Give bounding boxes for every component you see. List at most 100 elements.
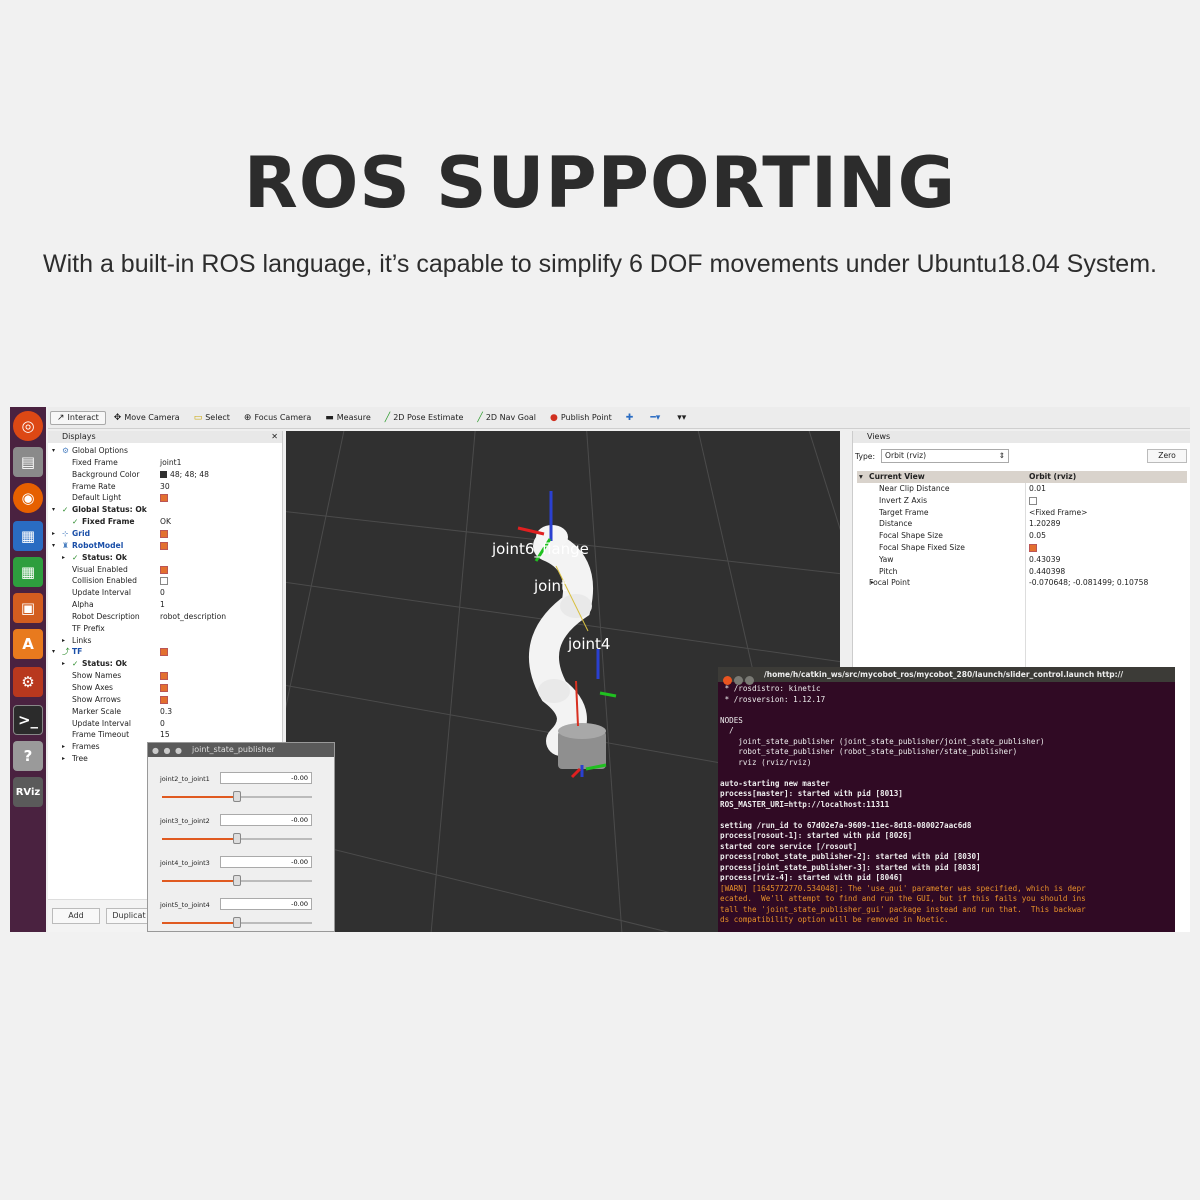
checkbox-checked[interactable]	[160, 565, 168, 574]
checkbox-checked[interactable]	[160, 684, 168, 692]
expand-icon[interactable]: ▾	[52, 445, 55, 457]
tool-menu-button[interactable]: ▾▾	[671, 412, 695, 424]
display-row[interactable]: Collision Enabled	[48, 575, 283, 587]
writer-icon[interactable]: ▦	[13, 521, 43, 551]
collapse-icon[interactable]: ▸	[62, 552, 65, 564]
display-row[interactable]: ▾ ⤴ TF	[48, 646, 283, 658]
firefox-icon[interactable]: ◉	[13, 483, 43, 513]
slider-handle[interactable]	[233, 833, 241, 844]
collapse-icon[interactable]: ▸	[62, 753, 65, 765]
close-icon[interactable]	[723, 676, 732, 685]
rviz-icon[interactable]: RViz	[13, 777, 43, 807]
checkbox-checked[interactable]	[160, 529, 168, 538]
software-center-icon[interactable]: A	[13, 629, 43, 659]
select-tool[interactable]: ▭ Select	[188, 412, 236, 424]
display-row[interactable]: Show Names	[48, 670, 283, 682]
expand-icon[interactable]: ▾	[52, 540, 55, 552]
checkbox-checked[interactable]	[160, 541, 168, 550]
interact-tool[interactable]: ↗ Interact	[50, 410, 106, 425]
view-property-row[interactable]: Invert Z Axis	[853, 495, 1189, 507]
window-controls-icon[interactable]: ● ● ●	[152, 746, 183, 755]
expand-icon[interactable]: ▾	[52, 646, 55, 658]
display-row-value[interactable]	[160, 682, 168, 694]
zero-button[interactable]: Zero	[1147, 449, 1187, 463]
view-property-row[interactable]: Pitch 0.440398	[853, 566, 1189, 578]
view-type-select[interactable]: Orbit (rviz) ⇕	[881, 449, 1009, 463]
display-row[interactable]: Show Axes	[48, 682, 283, 694]
view-property-value[interactable]	[1029, 495, 1037, 507]
view-property-row[interactable]: Focal Shape Fixed Size	[853, 542, 1189, 554]
display-row[interactable]: ▾ ♜ RobotModel	[48, 540, 283, 552]
display-row[interactable]: ✓ Fixed Frame OK	[48, 516, 283, 528]
calc-icon[interactable]: ▦	[13, 557, 43, 587]
color-swatch[interactable]	[160, 471, 167, 479]
joint-value-field[interactable]: -0.00	[220, 856, 312, 868]
add-tool-button[interactable]: ✚	[620, 412, 643, 424]
files-icon[interactable]: ▤	[13, 447, 43, 477]
display-row-value[interactable]	[160, 575, 168, 587]
add-button[interactable]: Add	[52, 908, 100, 924]
display-row[interactable]: ▸ Links	[48, 635, 283, 647]
current-view-row[interactable]: ▾ Current View Orbit (rviz)	[857, 471, 1187, 483]
impress-icon[interactable]: ▣	[13, 593, 43, 623]
view-property-row[interactable]: Distance 1.20289	[853, 518, 1189, 530]
display-row[interactable]: ▸ ⊹ Grid	[48, 528, 283, 540]
display-row[interactable]: ▸ ✓ Status: Ok	[48, 552, 283, 564]
settings-icon[interactable]: ⚙	[13, 667, 43, 697]
remove-tool-button[interactable]: ━▾	[644, 412, 669, 424]
move-camera-tool[interactable]: ✥ Move Camera	[108, 412, 186, 424]
display-row-value[interactable]	[160, 528, 168, 540]
nav-goal-tool[interactable]: ╱ 2D Nav Goal	[471, 412, 542, 424]
slider-handle[interactable]	[233, 917, 241, 928]
terminal-icon[interactable]: >_	[13, 705, 43, 735]
display-row[interactable]: Frame Timeout 15	[48, 729, 283, 741]
terminal-window-controls[interactable]	[723, 670, 759, 685]
slider-handle[interactable]	[233, 791, 241, 802]
expand-icon[interactable]: ▾	[52, 504, 55, 516]
joint-value-field[interactable]: -0.00	[220, 898, 312, 910]
checkbox-unchecked[interactable]	[1029, 496, 1037, 505]
display-row-value[interactable]	[160, 694, 168, 706]
view-property-value[interactable]	[1029, 542, 1037, 554]
display-row[interactable]: TF Prefix	[48, 623, 283, 635]
maximize-icon[interactable]	[745, 676, 754, 685]
view-property-row[interactable]: Target Frame <Fixed Frame>	[853, 507, 1189, 519]
checkbox-checked[interactable]	[1029, 544, 1037, 552]
display-row[interactable]: ▸ ✓ Status: Ok	[48, 658, 283, 670]
view-property-row[interactable]: ▸ Focal Point -0.070648; -0.081499; 0.1075…	[853, 577, 1189, 589]
collapse-icon[interactable]: ▸	[62, 635, 65, 647]
display-row[interactable]: ▾ ✓ Global Status: Ok	[48, 504, 283, 516]
duplicate-button[interactable]: Duplicat	[106, 908, 152, 924]
display-row[interactable]: Background Color 48; 48; 48	[48, 469, 283, 481]
checkbox-unchecked[interactable]	[160, 577, 168, 586]
collapse-icon[interactable]: ▸	[62, 741, 65, 753]
display-row[interactable]: Default Light	[48, 492, 283, 504]
collapse-icon[interactable]: ▸	[52, 528, 55, 540]
checkbox-checked[interactable]	[160, 672, 168, 681]
collapse-icon[interactable]: ▸	[62, 658, 65, 670]
slider-handle[interactable]	[233, 875, 241, 886]
display-row[interactable]: Alpha 1	[48, 599, 283, 611]
display-row[interactable]: Fixed Frame joint1	[48, 457, 283, 469]
display-row-value[interactable]	[160, 564, 168, 576]
display-row[interactable]: Frame Rate 30	[48, 481, 283, 493]
measure-tool[interactable]: ▬ Measure	[319, 412, 377, 424]
help-icon[interactable]: ?	[13, 741, 43, 771]
view-property-row[interactable]: Focal Shape Size 0.05	[853, 530, 1189, 542]
display-row-value[interactable]	[160, 670, 168, 682]
close-icon[interactable]: ✕	[271, 431, 278, 443]
display-row[interactable]: Update Interval 0	[48, 718, 283, 730]
display-row-value[interactable]	[160, 646, 168, 658]
display-row-value[interactable]	[160, 492, 168, 504]
focus-camera-tool[interactable]: ⊕ Focus Camera	[238, 412, 317, 424]
joint-value-field[interactable]: -0.00	[220, 772, 312, 784]
display-row[interactable]: ▾ ⚙ Global Options	[48, 445, 283, 457]
display-row[interactable]: Update Interval 0	[48, 587, 283, 599]
checkbox-checked[interactable]	[160, 494, 168, 503]
checkbox-checked[interactable]	[160, 648, 168, 657]
joint-value-field[interactable]: -0.00	[220, 814, 312, 826]
view-property-row[interactable]: Yaw 0.43039	[853, 554, 1189, 566]
display-row[interactable]: Show Arrows	[48, 694, 283, 706]
terminal-window[interactable]: /home/h/catkin_ws/src/mycobot_ros/mycobo…	[718, 667, 1175, 932]
display-row-value[interactable]	[160, 540, 168, 552]
